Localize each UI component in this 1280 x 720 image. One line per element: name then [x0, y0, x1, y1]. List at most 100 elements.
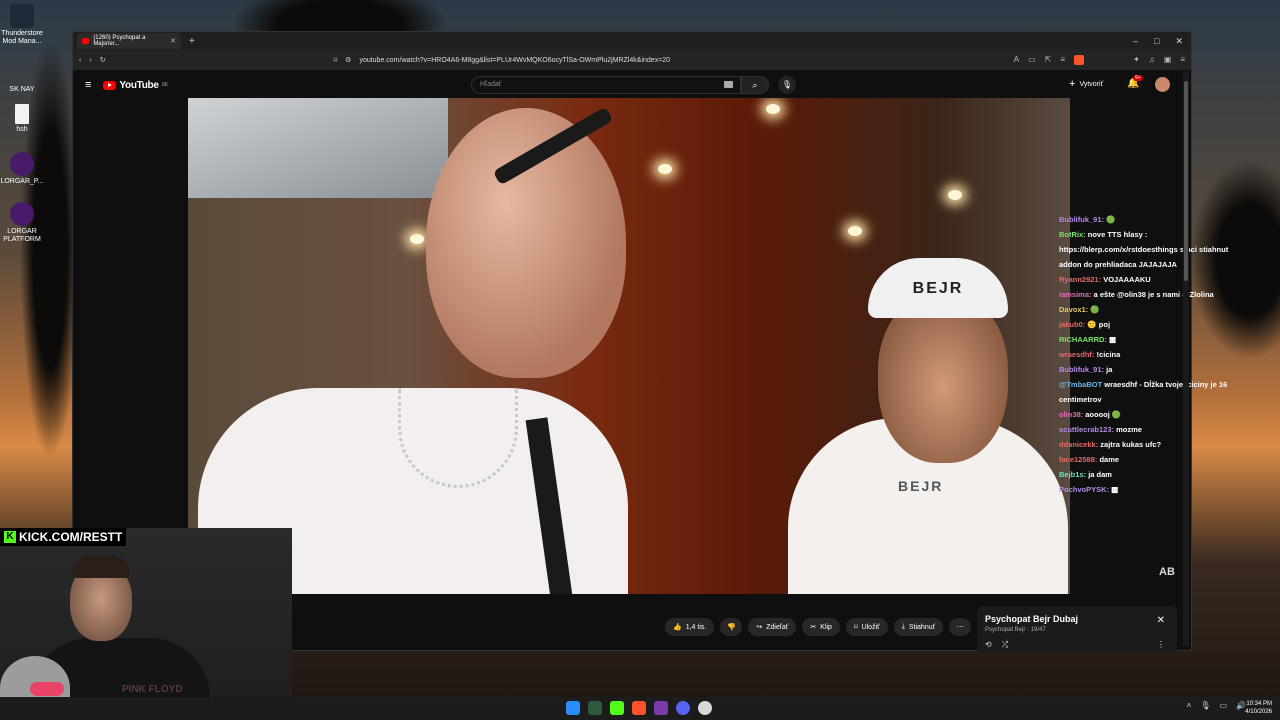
- chat-username[interactable]: Bublifuk_91:: [1059, 215, 1104, 224]
- chat-text: 🙂 poj: [1087, 320, 1111, 329]
- playlist-subtitle: Psychopat Bejr · 19/47: [985, 627, 1046, 633]
- address-bar-actions: A ▭ ⇱ ≡ ✦ ♫ ▣ ≡: [1014, 55, 1185, 65]
- video-shirt-print: BEJR: [898, 478, 944, 494]
- desktop-icon-sk-nay[interactable]: SK NAY: [0, 60, 44, 94]
- thumbs-down-icon: 👎: [726, 624, 736, 631]
- playlist-title[interactable]: Psychopat Bejr Dubaj: [985, 614, 1169, 624]
- plus-icon: +: [1069, 78, 1076, 90]
- chat-username[interactable]: Ryann2921:: [1059, 275, 1101, 284]
- chat-username[interactable]: face12588:: [1059, 455, 1097, 464]
- windows-start-icon[interactable]: [566, 701, 580, 715]
- close-playlist-icon[interactable]: ✕: [1157, 615, 1165, 626]
- cast-icon[interactable]: ▭: [1028, 55, 1036, 65]
- brave-icon[interactable]: [632, 701, 646, 715]
- chevron-up-icon[interactable]: ˄: [1187, 701, 1192, 710]
- chat-username[interactable]: RICHAARRD:: [1059, 335, 1107, 344]
- desktop-icon-lorgar-platform[interactable]: LORGAR PLATFORM: [0, 202, 44, 244]
- lorgar-icon: [10, 202, 34, 226]
- discord-icon[interactable]: [676, 701, 690, 715]
- kick-banner: K KICK.COM/RESTT: [0, 528, 127, 546]
- desktop-icon-thunderstore[interactable]: Thunderstore Mod Mana...: [0, 4, 44, 46]
- page-scrollbar[interactable]: [1183, 71, 1189, 646]
- share-button[interactable]: ↪ Zdieľať: [748, 618, 797, 636]
- chat-message: Davox1: 🟢: [1059, 302, 1249, 317]
- desktop-icon-lorgar-p[interactable]: LORGAR_P...: [0, 152, 44, 186]
- chat-username[interactable]: jakub0:: [1059, 320, 1085, 329]
- chat-username[interactable]: Bejb1s:: [1059, 470, 1086, 479]
- video-person-right-head: [878, 293, 1008, 463]
- dislike-button[interactable]: 👎: [720, 618, 743, 636]
- bookmark-add-icon: ⌑: [853, 624, 858, 631]
- share-icon[interactable]: ⇱: [1045, 55, 1052, 65]
- url-field[interactable]: youtube.com/watch?v=HRO4A6-M8gg&list=PLU…: [359, 57, 670, 64]
- scissors-icon: ✂: [810, 624, 817, 631]
- chat-username[interactable]: iamsima:: [1059, 290, 1092, 299]
- avatar[interactable]: [1155, 77, 1170, 92]
- video-light: [948, 190, 962, 200]
- chat-username[interactable]: ddanicekk:: [1059, 440, 1098, 449]
- xbox-icon[interactable]: [588, 701, 602, 715]
- wallet-icon[interactable]: ▣: [1164, 55, 1172, 65]
- twitch-icon[interactable]: [654, 701, 668, 715]
- more-actions-button[interactable]: ⋯: [949, 618, 972, 636]
- kick-app-icon[interactable]: [610, 701, 624, 715]
- chat-message: PochvoPYSK: ▩: [1059, 482, 1249, 497]
- chat-username[interactable]: olin38:: [1059, 410, 1083, 419]
- site-settings-icon[interactable]: ⚙: [345, 56, 351, 64]
- menu-icon[interactable]: ≡: [1180, 55, 1185, 65]
- save-button[interactable]: ⌑ Uložiť: [845, 618, 888, 636]
- hamburger-menu-icon[interactable]: ≡: [85, 79, 91, 91]
- browser-tab[interactable]: (1260) Psychopat a Majsner... ✕: [77, 33, 181, 49]
- chat-username[interactable]: @TmbaBOT: [1059, 380, 1102, 389]
- display-icon[interactable]: ▭: [1219, 701, 1227, 710]
- chat-message: olin38: aooooj 🟢: [1059, 407, 1249, 422]
- extensions-icon[interactable]: ✦: [1133, 55, 1140, 65]
- chat-message: scuttlecrab123: mozme: [1059, 422, 1249, 437]
- keyboard-icon[interactable]: [724, 81, 733, 88]
- video-actions: 👍 1,4 tis. 👎 ↪ Zdieľať ✂ Klip ⌑ Uložiť ⤓…: [665, 618, 972, 636]
- chat-username[interactable]: Davox1:: [1059, 305, 1088, 314]
- microphone-tray-icon[interactable]: 🎙: [1200, 701, 1210, 710]
- chat-username[interactable]: wraesdhf:: [1059, 350, 1094, 359]
- kick-logo-icon: K: [4, 531, 16, 543]
- chat-username[interactable]: Bublifuk_91:: [1059, 365, 1104, 374]
- minimize-button[interactable]: –: [1133, 36, 1138, 47]
- desktop-icon-hsh[interactable]: hsh: [0, 104, 44, 134]
- search-input[interactable]: Hľadať: [471, 76, 741, 94]
- new-tab-button[interactable]: +: [189, 36, 195, 47]
- back-icon[interactable]: ‹: [79, 57, 81, 64]
- search-button[interactable]: ⌕: [741, 76, 769, 94]
- chat-text: 🟢: [1090, 305, 1100, 314]
- chat-username[interactable]: PochvoPYSK:: [1059, 485, 1109, 494]
- brave-shields-icon[interactable]: [1074, 55, 1085, 65]
- youtube-play-icon: [103, 80, 117, 90]
- scrollbar-thumb[interactable]: [1184, 81, 1188, 281]
- voice-search-button[interactable]: 🎙: [778, 76, 796, 94]
- translate-icon[interactable]: A: [1014, 55, 1019, 65]
- chat-username[interactable]: scuttlecrab123:: [1059, 425, 1114, 434]
- obs-icon[interactable]: [698, 701, 712, 715]
- shuffle-icon[interactable]: ⤮: [1002, 640, 1008, 650]
- playlist-controls: ⟲ ⤮: [985, 640, 1008, 650]
- close-window-button[interactable]: ✕: [1175, 36, 1183, 47]
- maximize-button[interactable]: □: [1154, 36, 1159, 47]
- video-player[interactable]: BEJR BEJR: [188, 98, 1070, 594]
- bookmark-icon[interactable]: ⌑: [334, 56, 338, 64]
- clip-button[interactable]: ✂ Klip: [802, 618, 840, 636]
- download-button[interactable]: ⤓ Stiahnuť: [893, 618, 944, 636]
- chat-overlay: Bublifuk_91: 🟢 BotRix: nove TTS hlasy : h…: [1059, 212, 1249, 497]
- music-icon[interactable]: ♫: [1149, 55, 1155, 65]
- like-button[interactable]: 👍 1,4 tis.: [665, 618, 715, 636]
- reload-icon[interactable]: ↻: [100, 56, 106, 64]
- chat-text: VOJAAAAKU: [1103, 275, 1151, 284]
- forward-icon[interactable]: ›: [89, 57, 91, 64]
- more-vertical-icon[interactable]: ⋮: [1157, 640, 1165, 649]
- clock[interactable]: 10:34 PM 4/10/2026: [1245, 700, 1272, 716]
- chat-username[interactable]: BotRix:: [1059, 230, 1086, 239]
- reader-icon[interactable]: ≡: [1060, 55, 1065, 65]
- loop-icon[interactable]: ⟲: [985, 640, 992, 650]
- notifications-button[interactable]: 🔔 9+: [1127, 75, 1143, 89]
- youtube-logo[interactable]: YouTube SK: [103, 80, 168, 91]
- close-tab-icon[interactable]: ✕: [170, 37, 176, 45]
- create-button[interactable]: + Vytvoriť: [1069, 78, 1103, 90]
